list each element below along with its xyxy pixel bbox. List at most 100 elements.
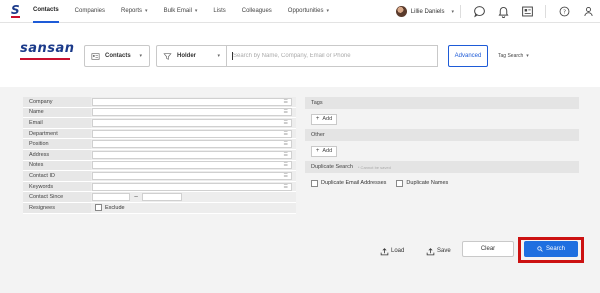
- duplicate-emails-checkbox[interactable]: [311, 179, 318, 187]
- nav-contacts[interactable]: Contacts: [33, 0, 59, 23]
- nav-colleagues[interactable]: Colleagues: [242, 0, 272, 23]
- field-row-resignees: Resignees Exclude: [23, 202, 296, 214]
- department-field[interactable]: ☰: [92, 129, 292, 138]
- field-row-department: Department ☰: [23, 128, 296, 140]
- id-card-icon[interactable]: [520, 5, 534, 19]
- chevron-down-icon: ▾: [145, 8, 148, 14]
- field-row-contact-since: Contact Since ~: [23, 192, 296, 203]
- email-field[interactable]: ☰: [92, 118, 292, 127]
- save-button[interactable]: Save: [426, 243, 451, 259]
- brand-logo[interactable]: sansan: [20, 42, 75, 60]
- duplicate-search-title: Duplicate Search: [311, 164, 353, 170]
- field-label: Notes: [23, 160, 91, 171]
- address-field[interactable]: ☰: [92, 150, 292, 159]
- list-icon[interactable]: ☰: [284, 119, 288, 127]
- user-name: Lillie Daniels: [410, 8, 445, 15]
- nav-label: Contacts: [33, 7, 59, 13]
- list-icon[interactable]: ☰: [284, 183, 288, 191]
- user-menu[interactable]: Lillie Daniels ▾: [395, 6, 454, 17]
- card-icon: [91, 52, 100, 60]
- brand-underline: [20, 58, 70, 60]
- divider: [460, 5, 461, 18]
- field-label: Contact Since: [23, 192, 91, 202]
- list-icon[interactable]: ☰: [284, 98, 288, 106]
- brand-text: sansan: [20, 41, 75, 56]
- contact-since-to-field[interactable]: [142, 193, 183, 202]
- contact-since-from-field[interactable]: [92, 193, 130, 202]
- save-label: Save: [437, 248, 451, 254]
- search-input[interactable]: [226, 45, 438, 67]
- field-label: Resignees: [23, 202, 91, 213]
- name-field[interactable]: ☰: [92, 108, 292, 117]
- search-options: Tags + Add Other + Add Duplicate Search * …: [305, 97, 579, 193]
- chat-icon[interactable]: [472, 5, 486, 19]
- clear-button[interactable]: Clear: [462, 241, 514, 257]
- text-cursor: [232, 52, 233, 60]
- notes-field[interactable]: ☰: [92, 161, 292, 170]
- list-icon[interactable]: ☰: [284, 151, 288, 159]
- add-other-button[interactable]: + Add: [311, 145, 337, 157]
- search-icon: [537, 246, 543, 252]
- nav-lists[interactable]: Lists: [213, 0, 225, 23]
- field-label: Position: [23, 139, 91, 149]
- duplicate-emails-option[interactable]: Duplicate Email Addresses: [311, 179, 386, 187]
- list-icon[interactable]: ☰: [284, 140, 288, 148]
- plus-icon: +: [315, 148, 320, 154]
- list-icon[interactable]: ☰: [284, 108, 288, 116]
- nav-opportunities[interactable]: Opportunities ▾: [288, 0, 329, 23]
- search-header: sansan Contacts ▾ Holder ▾ Advanced Tag …: [0, 23, 600, 87]
- keywords-field[interactable]: ☰: [92, 182, 292, 191]
- field-label: Department: [23, 128, 91, 139]
- search-label: Search: [545, 246, 565, 252]
- nav-reports[interactable]: Reports ▾: [121, 0, 148, 23]
- exclude-resignees-checkbox[interactable]: [95, 204, 102, 212]
- filter-icon: [163, 52, 172, 60]
- scope-select[interactable]: Contacts ▾: [84, 45, 150, 67]
- field-row-email: Email ☰: [23, 118, 296, 129]
- list-icon[interactable]: ☰: [284, 172, 288, 180]
- load-button[interactable]: Load: [380, 243, 404, 259]
- filter-select-value: Holder: [177, 53, 197, 59]
- chevron-down-icon: ▾: [194, 8, 198, 14]
- other-heading: Other: [305, 129, 579, 141]
- duplicate-search-heading: Duplicate Search * Cannot be saved: [305, 161, 579, 173]
- duplicate-names-label: Duplicate Names: [406, 180, 449, 186]
- filter-select[interactable]: Holder ▾: [156, 45, 228, 67]
- chevron-down-icon: ▾: [139, 53, 142, 59]
- field-row-company: Company ☰: [23, 97, 296, 108]
- nav-label: Companies: [74, 8, 106, 14]
- upload-icon: [426, 247, 435, 255]
- exclude-label: Exclude: [105, 204, 125, 211]
- app-logo[interactable]: S: [11, 3, 21, 18]
- top-nav: S Contacts Companies Reports ▾ Bulk Email…: [0, 0, 600, 23]
- field-row-name: Name ☰: [23, 107, 296, 119]
- field-label: Contact ID: [23, 171, 91, 181]
- bell-icon[interactable]: [496, 5, 510, 19]
- nav-label: Opportunities: [287, 8, 324, 14]
- advanced-button[interactable]: Advanced: [448, 45, 488, 67]
- duplicate-names-option[interactable]: Duplicate Names: [396, 179, 449, 187]
- nav-companies[interactable]: Companies: [75, 0, 105, 23]
- list-icon[interactable]: ☰: [284, 130, 288, 138]
- field-label: Email: [23, 118, 91, 128]
- svg-text:?: ?: [562, 10, 565, 16]
- plus-icon: +: [315, 116, 320, 122]
- add-tag-button[interactable]: + Add: [311, 113, 337, 125]
- help-icon[interactable]: ?: [557, 5, 571, 19]
- field-label: Keywords: [23, 181, 91, 192]
- field-row-position: Position ☰: [23, 139, 296, 150]
- contact-id-field[interactable]: ☰: [92, 171, 292, 180]
- nav-label: Lists: [213, 8, 226, 14]
- tag-search-dropdown[interactable]: Tag Search ▾: [498, 45, 529, 67]
- list-icon[interactable]: ☰: [284, 161, 288, 169]
- upload-icon: [380, 247, 389, 255]
- company-field[interactable]: ☰: [92, 97, 292, 106]
- duplicate-names-checkbox[interactable]: [396, 179, 404, 187]
- field-row-notes: Notes ☰: [23, 160, 296, 172]
- chevron-down-icon: ▾: [451, 8, 454, 15]
- scope-select-value: Contacts: [105, 53, 131, 59]
- person-icon[interactable]: [581, 5, 595, 19]
- nav-bulk-email[interactable]: Bulk Email ▾: [164, 0, 198, 23]
- position-field[interactable]: ☰: [92, 140, 292, 149]
- search-button[interactable]: Search: [524, 241, 578, 257]
